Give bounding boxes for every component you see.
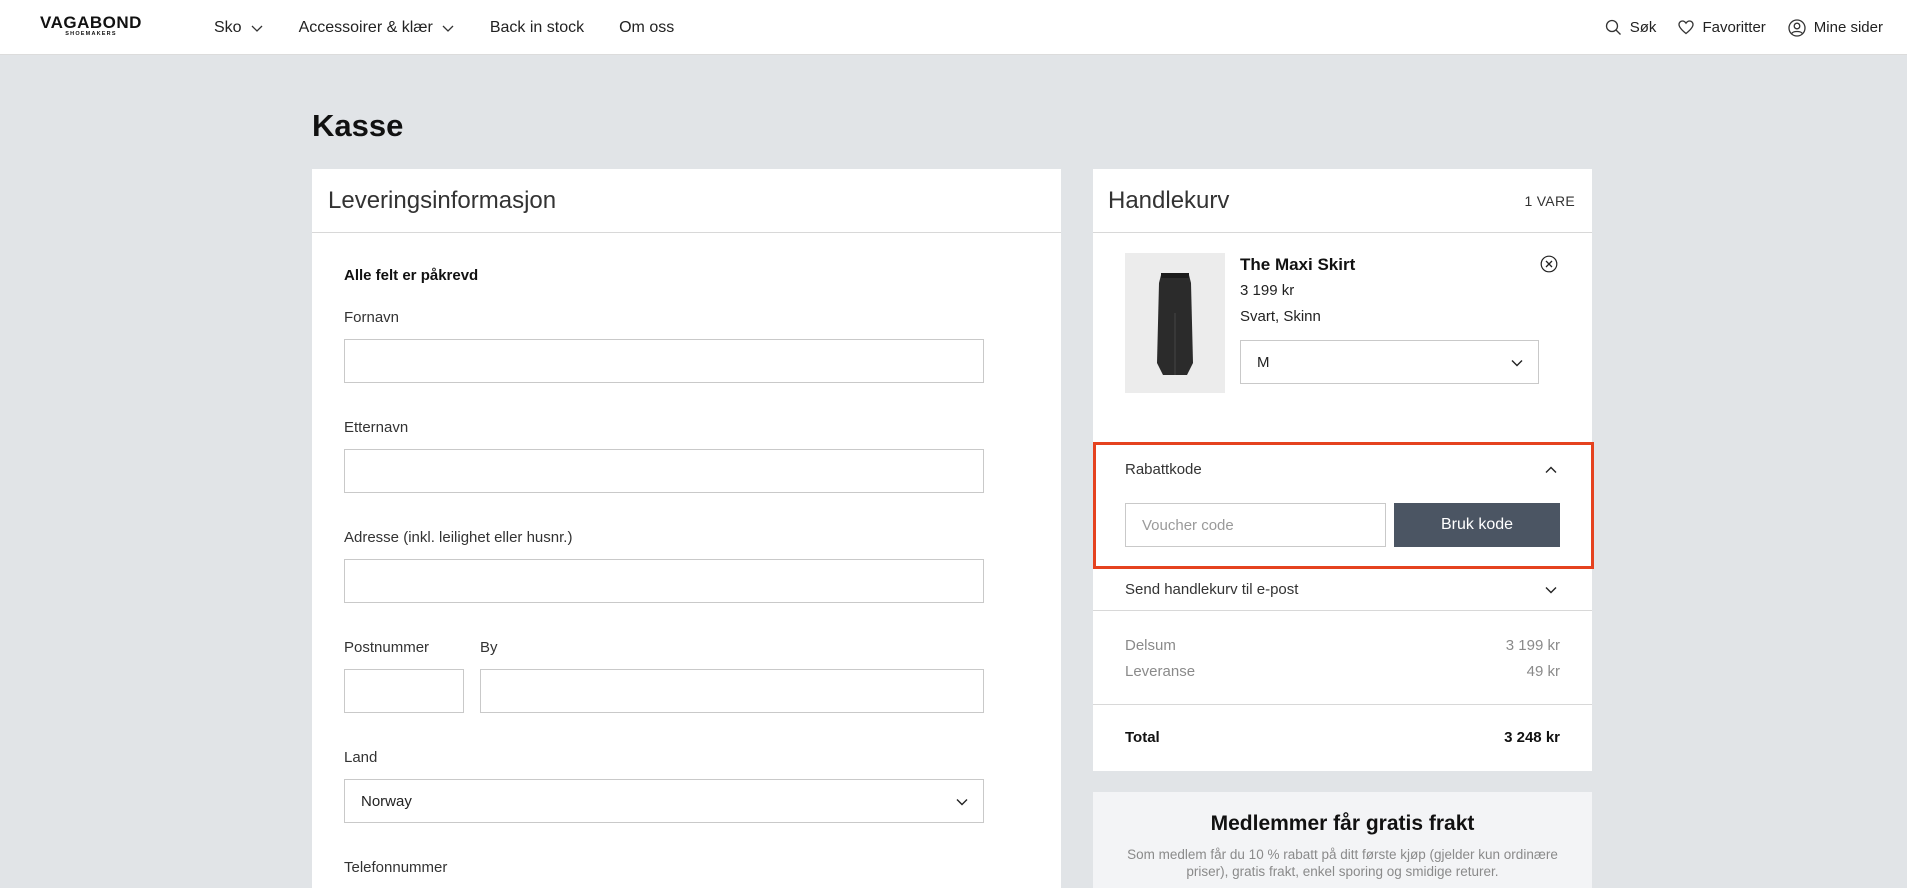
search-button[interactable]: Søk [1605, 19, 1657, 36]
email-cart-row[interactable]: Send handlekurv til e-post [1093, 568, 1592, 611]
chevron-down-icon [251, 25, 263, 32]
nav-item-back-in-stock[interactable]: Back in stock [490, 19, 584, 37]
size-value: M [1257, 353, 1270, 371]
nav-item-accessories[interactable]: Accessoirer & klær [299, 19, 455, 37]
user-icon [1788, 18, 1806, 37]
account-label: Mine sider [1813, 19, 1883, 36]
promo-text: Som medlem får du 10 % rabatt på ditt fø… [1127, 847, 1558, 879]
nav-item-about[interactable]: Om oss [619, 19, 674, 37]
required-note: Alle felt er påkrevd [344, 267, 479, 284]
logo-text: VAGABOND [40, 13, 142, 32]
first-name-field[interactable] [344, 339, 984, 383]
cart-header: Handlekurv 1 VARE [1093, 169, 1592, 233]
discount-label[interactable]: Rabattkode [1125, 461, 1202, 478]
skirt-image [1125, 253, 1225, 393]
discount-section: Rabattkode Bruk kode [1093, 443, 1592, 568]
subtotal-label: Delsum [1125, 637, 1176, 654]
account-button[interactable]: Mine sider [1788, 18, 1883, 37]
product-name[interactable]: The Maxi Skirt [1240, 255, 1355, 275]
voucher-code-input[interactable] [1125, 503, 1386, 547]
page-title: Kasse [312, 108, 404, 143]
chevron-down-icon [956, 799, 968, 806]
promo-title: Medlemmer får gratis frakt [1210, 812, 1475, 835]
divider [1093, 704, 1592, 705]
heart-icon [1678, 20, 1695, 35]
postal-code-label: Postnummer [344, 639, 430, 656]
cart-item-count: 1 VARE [1524, 192, 1575, 209]
search-label: Søk [1629, 19, 1657, 36]
vagabond-logo[interactable]: VAGABOND SHOEMAKERS [24, 13, 158, 38]
last-name-label: Etternavn [344, 419, 409, 436]
cart-panel: Handlekurv 1 VARE The Maxi Skirt 3 199 k… [1093, 169, 1592, 771]
nav-label: Accessoirer & klær [298, 18, 433, 36]
phone-label: Telefonnummer [344, 859, 448, 876]
first-name-label: Fornavn [344, 309, 400, 326]
favorites-button[interactable]: Favoritter [1678, 19, 1766, 36]
size-select[interactable]: M [1240, 340, 1539, 384]
total-label: Total [1125, 729, 1160, 746]
address-label: Adresse (inkl. leilighet eller husnr.) [344, 529, 573, 546]
last-name-field[interactable] [344, 449, 984, 493]
membership-promo: Medlemmer får gratis frakt Som medlem få… [1093, 792, 1592, 888]
shipping-label: Leveranse [1125, 663, 1196, 680]
address-field[interactable] [344, 559, 984, 603]
product-price: 3 199 kr [1240, 282, 1295, 299]
subtotal-row: Delsum 3 199 kr [1125, 637, 1560, 654]
nav-item-sko[interactable]: Sko [214, 19, 264, 37]
product-image[interactable] [1125, 253, 1225, 393]
apply-code-button[interactable]: Bruk kode [1394, 503, 1560, 547]
city-label: By [480, 639, 498, 656]
city-field[interactable] [480, 669, 984, 713]
top-navigation-bar: VAGABOND SHOEMAKERS Sko Accessoirer & kl… [0, 0, 1907, 55]
postal-code-field[interactable] [344, 669, 464, 713]
total-row: Total 3 248 kr [1125, 729, 1560, 746]
total-value: 3 248 kr [1504, 729, 1560, 746]
subtotal-value: 3 199 kr [1505, 637, 1560, 654]
email-cart-label: Send handlekurv til e-post [1125, 581, 1299, 598]
country-value: Norway [361, 792, 412, 810]
shipping-row: Leveranse 49 kr [1125, 663, 1560, 680]
chevron-down-icon [1545, 587, 1557, 594]
nav-label: Om oss [619, 18, 675, 36]
delivery-info-panel: Leveringsinformasjon Alle felt er påkrev… [312, 169, 1061, 888]
search-icon [1605, 19, 1621, 35]
favorites-label: Favoritter [1702, 19, 1766, 36]
country-select[interactable]: Norway [344, 779, 984, 823]
nav-label: Sko [214, 18, 242, 36]
main-nav: Sko Accessoirer & klær Back in stock Om … [214, 0, 709, 55]
chevron-down-icon [1511, 360, 1523, 367]
cart-title: Handlekurv [1108, 186, 1230, 214]
shipping-value: 49 kr [1526, 663, 1560, 680]
delivery-info-title: Leveringsinformasjon [312, 169, 1061, 233]
logo-subtext: SHOEMAKERS [65, 31, 117, 37]
chevron-up-icon[interactable] [1544, 463, 1558, 477]
remove-item-icon[interactable] [1540, 255, 1558, 273]
nav-label: Back in stock [489, 18, 585, 36]
header-actions: Søk Favoritter Mine sider [1583, 0, 1883, 55]
chevron-down-icon [442, 25, 454, 32]
country-label: Land [344, 749, 378, 766]
product-variant: Svart, Skinn [1240, 308, 1321, 325]
